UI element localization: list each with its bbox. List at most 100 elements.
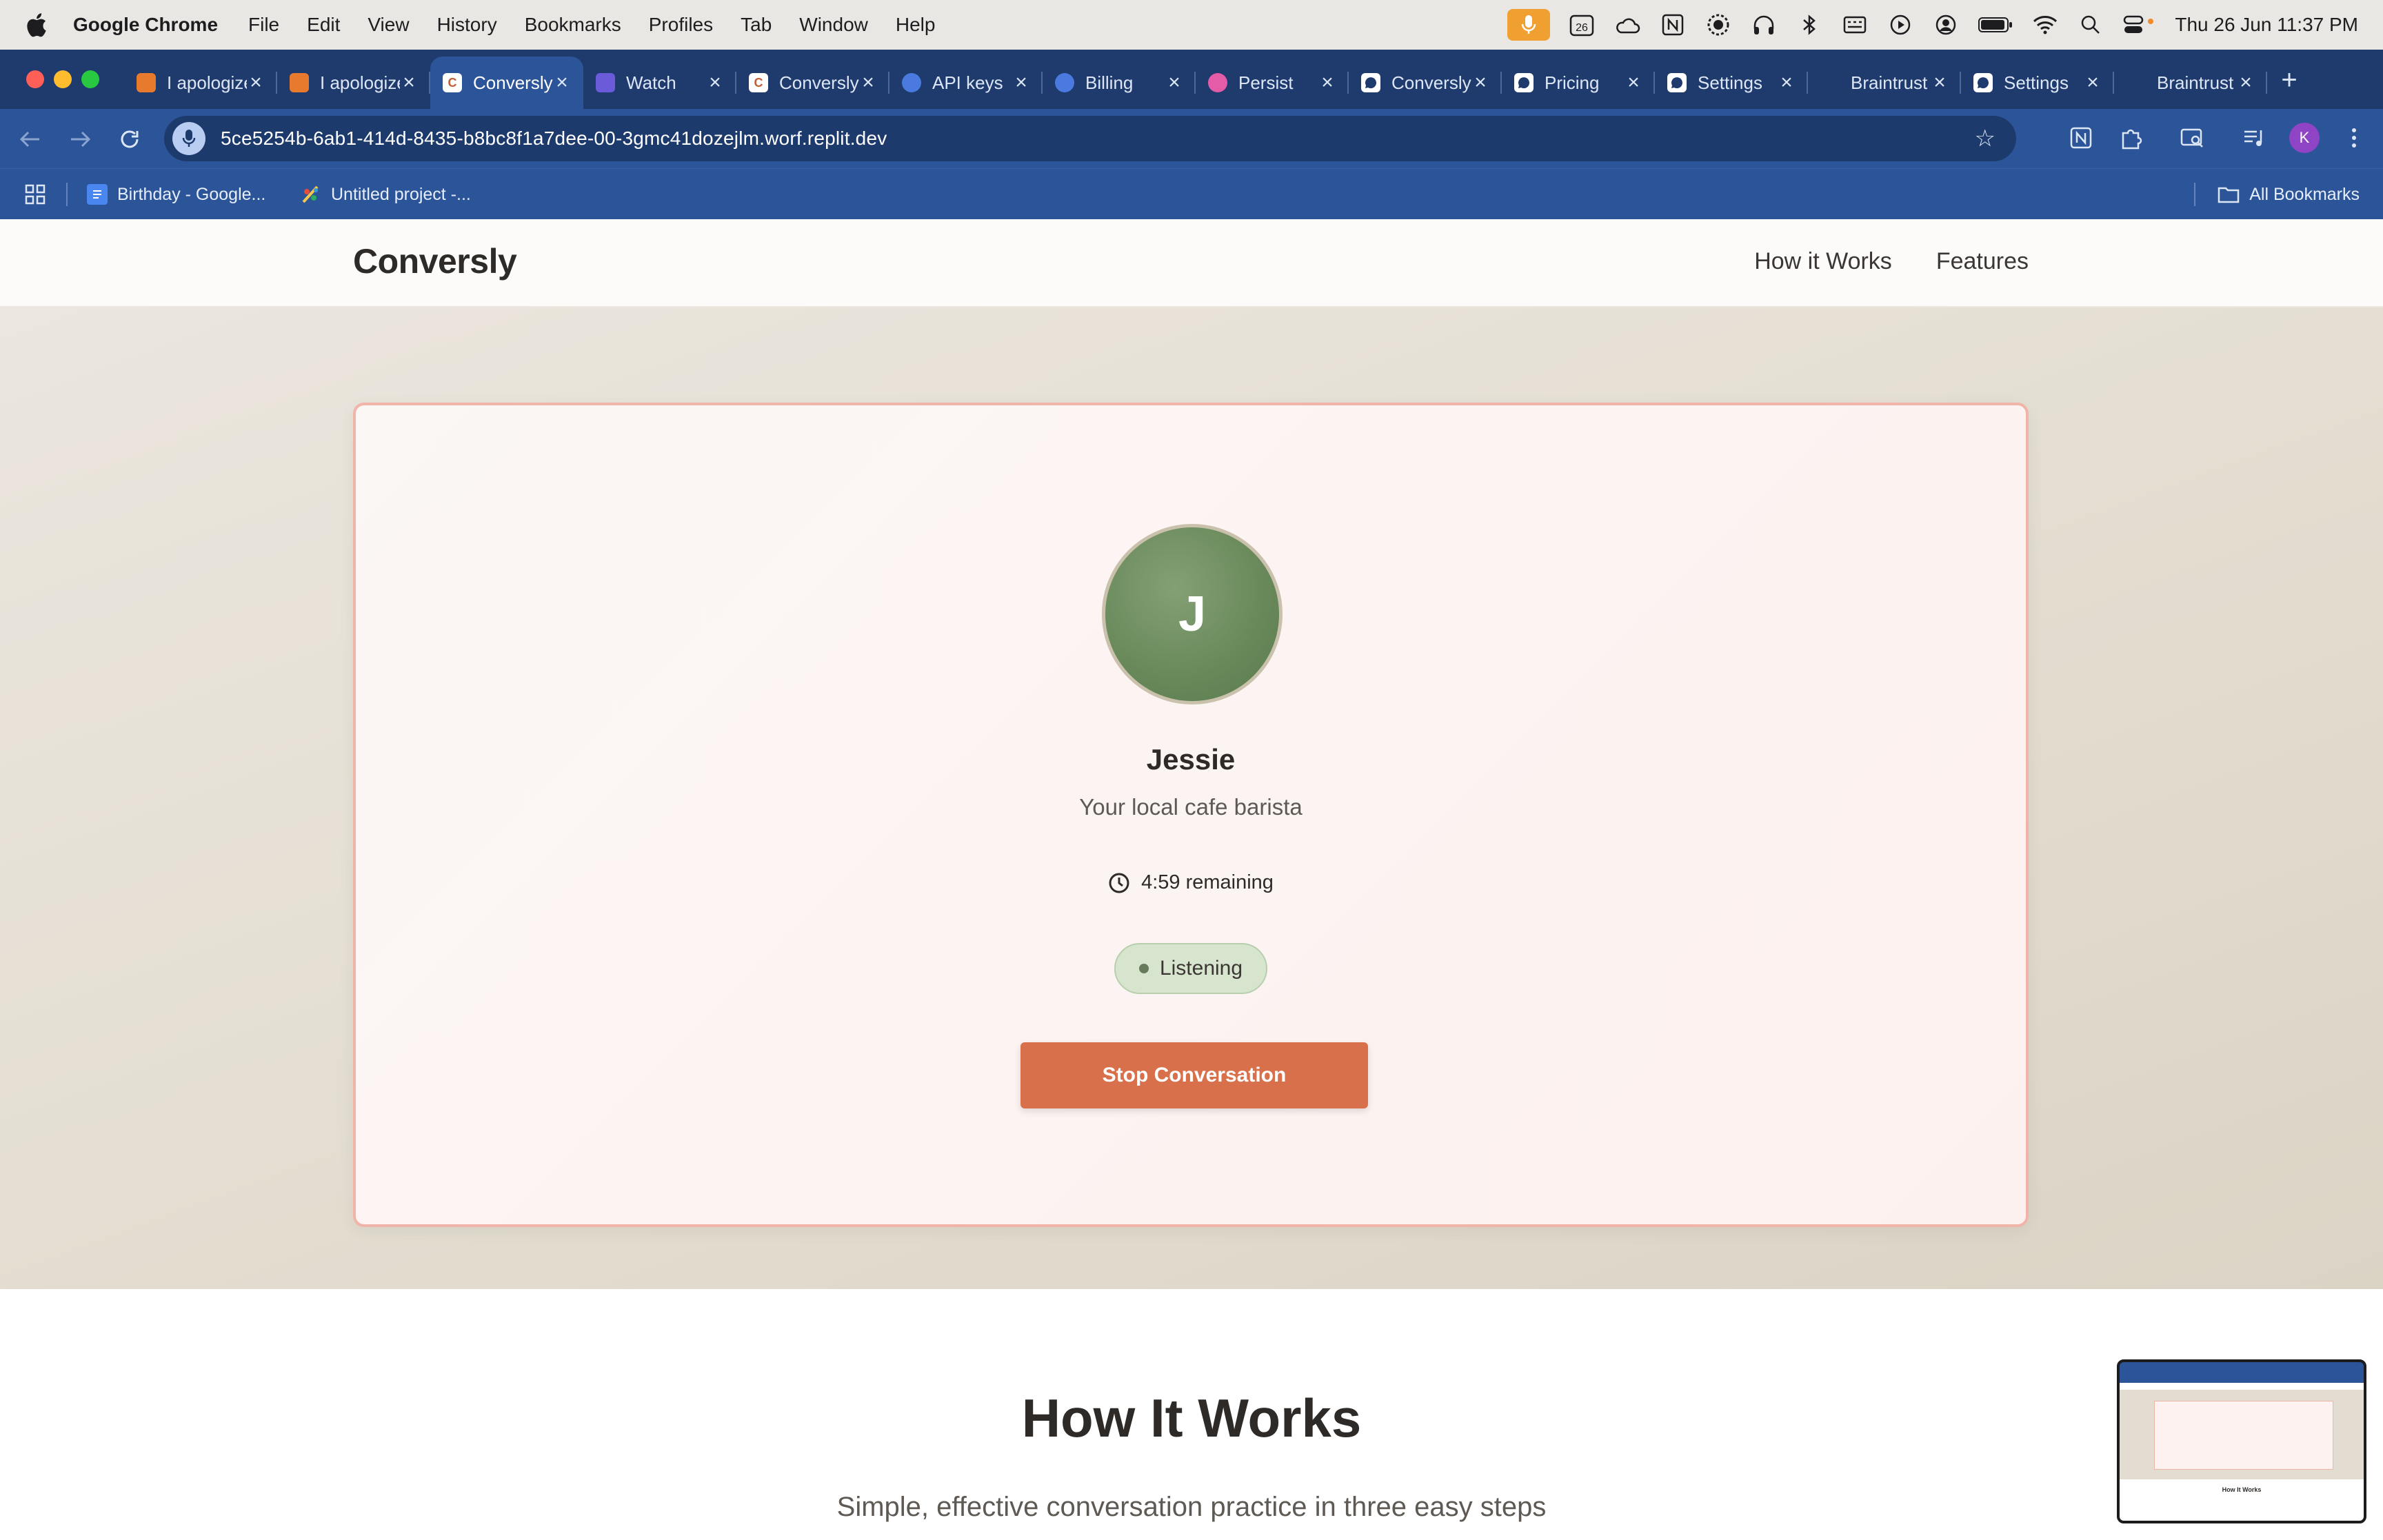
tab-favicon-icon: C	[443, 73, 462, 92]
tab-favicon-icon	[2126, 73, 2146, 92]
nav-how-it-works[interactable]: How it Works	[1754, 248, 1892, 275]
menu-history[interactable]: History	[437, 14, 497, 36]
close-tab-icon[interactable]: ×	[1165, 71, 1183, 94]
menu-edit[interactable]: Edit	[307, 14, 340, 36]
menu-window[interactable]: Window	[799, 14, 868, 36]
battery-icon[interactable]	[1978, 11, 2013, 39]
close-tab-icon[interactable]: ×	[2084, 71, 2102, 94]
microphone-access-icon[interactable]	[172, 122, 205, 155]
keyboard-icon[interactable]	[1841, 11, 1869, 39]
search-icon[interactable]	[2077, 11, 2104, 39]
browser-tab[interactable]: Conversly ×	[1349, 57, 1502, 109]
bookmark-untitled-project[interactable]: Untitled project -...	[301, 181, 471, 207]
apps-grid-icon[interactable]	[23, 183, 47, 206]
how-it-works-title: How It Works	[1021, 1388, 1362, 1448]
control-center-icon[interactable]	[2122, 11, 2155, 39]
bluetooth-icon[interactable]	[1796, 11, 1823, 39]
headphones-icon[interactable]	[1750, 11, 1778, 39]
close-tab-icon[interactable]: ×	[1778, 71, 1796, 94]
new-tab-button[interactable]: +	[2275, 66, 2303, 94]
reload-button[interactable]	[114, 124, 145, 154]
bookmark-star-icon[interactable]: ☆	[1975, 127, 1995, 150]
browser-tab[interactable]: Settings ×	[1655, 57, 1808, 109]
close-tab-icon[interactable]: ×	[706, 71, 724, 94]
tab-title: Billing	[1085, 72, 1134, 93]
browser-tab[interactable]: I apologize ×	[277, 57, 430, 109]
cloud-weather-icon[interactable]	[1613, 11, 1641, 39]
browser-tab[interactable]: Braintrust ×	[2114, 57, 2267, 109]
tab-search-icon[interactable]	[2178, 123, 2208, 153]
time-remaining: 4:59 remaining	[356, 871, 2026, 894]
all-bookmarks-button[interactable]: All Bookmarks	[2218, 181, 2360, 207]
apple-icon[interactable]	[26, 12, 48, 37]
menu-file[interactable]: File	[248, 14, 279, 36]
close-tab-icon[interactable]: ×	[400, 71, 418, 94]
folder-icon	[2218, 185, 2240, 203]
browser-tab[interactable]: Settings ×	[1961, 57, 2114, 109]
browser-tab[interactable]: API keys ×	[889, 57, 1043, 109]
close-window-button[interactable]	[26, 70, 44, 88]
close-tab-icon[interactable]: ×	[1318, 71, 1336, 94]
site-header: Conversly How it Works Features	[0, 219, 2383, 307]
notion-extension-icon[interactable]	[2066, 123, 2096, 153]
menu-bookmarks[interactable]: Bookmarks	[525, 14, 621, 36]
active-app-name[interactable]: Google Chrome	[73, 14, 218, 36]
close-tab-icon[interactable]: ×	[1625, 71, 1642, 94]
menu-help[interactable]: Help	[896, 14, 936, 36]
profile-avatar[interactable]: K	[2289, 123, 2320, 153]
forward-button[interactable]	[65, 124, 95, 154]
browser-tab[interactable]: C Conversly ×	[736, 57, 889, 109]
stop-conversation-button[interactable]: Stop Conversation	[1020, 1042, 1368, 1108]
browser-tab[interactable]: Billing ×	[1043, 57, 1196, 109]
close-tab-icon[interactable]: ×	[1471, 71, 1489, 94]
wifi-icon[interactable]	[2031, 11, 2059, 39]
preview-card	[2154, 1401, 2333, 1470]
notion-icon[interactable]	[1659, 11, 1687, 39]
tab-favicon-icon	[1973, 73, 1993, 92]
persona-description: Your local cafe barista	[1079, 794, 1303, 820]
eye-privacy-icon[interactable]	[1705, 11, 1732, 39]
browser-tab[interactable]: Braintrust ×	[1808, 57, 1961, 109]
play-circle-icon[interactable]	[1887, 11, 1914, 39]
close-tab-icon[interactable]: ×	[2237, 71, 2255, 94]
calendar-icon[interactable]: 26	[1568, 11, 1596, 39]
preview-caption: How It Works	[2222, 1486, 2262, 1493]
browser-tab[interactable]: C Conversly ×	[430, 57, 583, 109]
site-logo[interactable]: Conversly	[353, 241, 517, 281]
browser-tab[interactable]: Persist ×	[1196, 57, 1349, 109]
all-bookmarks-label: All Bookmarks	[2249, 184, 2360, 204]
nav-features[interactable]: Features	[1936, 248, 2029, 275]
tab-title: Watch	[626, 72, 676, 93]
minimize-window-button[interactable]	[54, 70, 72, 88]
url-text[interactable]: 5ce5254b-6ab1-414d-8435-b8bc8f1a7dee-00-…	[221, 128, 887, 150]
bookmark-label: Untitled project -...	[331, 184, 471, 204]
close-tab-icon[interactable]: ×	[1012, 71, 1030, 94]
microphone-in-use-icon[interactable]	[1507, 9, 1551, 41]
close-tab-icon[interactable]: ×	[1931, 71, 1949, 94]
docs-icon	[87, 184, 108, 205]
preview-page: How It Works	[2120, 1383, 2364, 1521]
user-account-icon[interactable]	[1932, 11, 1960, 39]
picture-in-picture-preview[interactable]: How It Works	[2117, 1359, 2366, 1523]
address-bar[interactable]: 5ce5254b-6ab1-414d-8435-b8bc8f1a7dee-00-…	[164, 116, 2016, 161]
browser-tab[interactable]: Pricing ×	[1502, 57, 1655, 109]
close-tab-icon[interactable]: ×	[859, 71, 877, 94]
chrome-menu-icon[interactable]	[2339, 123, 2369, 153]
browser-tab[interactable]: Watch ×	[583, 57, 736, 109]
bookmark-birthday[interactable]: Birthday - Google...	[87, 181, 265, 207]
extensions-puzzle-icon[interactable]	[2115, 123, 2146, 153]
tab-title: Conversly	[473, 72, 553, 93]
menu-bar-clock[interactable]: Thu 26 Jun 11:37 PM	[2175, 14, 2358, 36]
close-tab-icon[interactable]: ×	[247, 71, 265, 94]
menu-tab[interactable]: Tab	[741, 14, 772, 36]
conversation-card: J Jessie Your local cafe barista 4:59 re…	[353, 403, 2029, 1227]
menu-view[interactable]: View	[368, 14, 409, 36]
tab-title: Braintrust	[1851, 72, 1928, 93]
menu-profiles[interactable]: Profiles	[649, 14, 713, 36]
browser-tab[interactable]: I apologize ×	[124, 57, 277, 109]
tab-favicon-icon	[1208, 73, 1227, 92]
close-tab-icon[interactable]: ×	[553, 71, 571, 94]
back-button[interactable]	[15, 124, 46, 154]
media-controls-icon[interactable]	[2240, 123, 2270, 153]
zoom-window-button[interactable]	[81, 70, 99, 88]
